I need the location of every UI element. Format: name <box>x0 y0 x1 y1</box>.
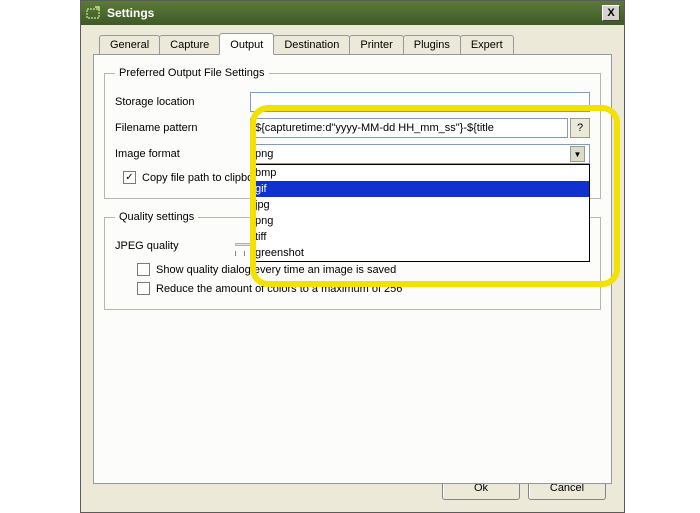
format-option-gif[interactable]: gif <box>251 181 589 197</box>
fieldset-quality-legend: Quality settings <box>115 211 198 223</box>
jpeg-quality-label: JPEG quality <box>115 240 235 252</box>
storage-location-input[interactable] <box>250 92 590 112</box>
image-format-select[interactable]: png ▼ bmp gif jpg png tiff greenshot <box>250 144 590 164</box>
clipboard-checkbox[interactable]: ✓ <box>123 171 136 184</box>
fieldset-output-legend: Preferred Output File Settings <box>115 67 269 79</box>
fieldset-output-settings: Preferred Output File Settings Storage l… <box>104 67 601 199</box>
filename-pattern-input[interactable] <box>250 118 568 138</box>
reduce-colors-label: Reduce the amount of colors to a maximum… <box>156 283 402 295</box>
format-option-jpg[interactable]: jpg <box>251 197 589 213</box>
app-icon <box>85 5 101 21</box>
tab-printer[interactable]: Printer <box>349 35 403 54</box>
tab-capture[interactable]: Capture <box>159 35 220 54</box>
tab-strip: General Capture Output Destination Print… <box>99 33 612 54</box>
format-option-bmp[interactable]: bmp <box>251 165 589 181</box>
window-content: General Capture Output Destination Print… <box>81 25 624 494</box>
storage-location-label: Storage location <box>115 96 250 108</box>
settings-window: Settings X General Capture Output Destin… <box>80 0 625 513</box>
window-title: Settings <box>107 6 154 20</box>
tab-expert[interactable]: Expert <box>460 35 514 54</box>
reduce-colors-checkbox[interactable] <box>137 282 150 295</box>
tab-panel-output: Preferred Output File Settings Storage l… <box>93 54 612 484</box>
close-button[interactable]: X <box>602 5 620 21</box>
titlebar: Settings X <box>81 1 624 25</box>
image-format-value: png <box>255 148 273 160</box>
format-option-tiff[interactable]: tiff <box>251 229 589 245</box>
format-option-png[interactable]: png <box>251 213 589 229</box>
show-dialog-checkbox[interactable] <box>137 263 150 276</box>
chevron-down-icon[interactable]: ▼ <box>570 146 585 162</box>
image-format-dropdown: bmp gif jpg png tiff greenshot <box>250 164 590 262</box>
format-option-greenshot[interactable]: greenshot <box>251 245 589 261</box>
tab-plugins[interactable]: Plugins <box>403 35 461 54</box>
filename-pattern-label: Filename pattern <box>115 122 250 134</box>
show-dialog-label: Show quality dialog every time an image … <box>156 264 396 276</box>
filename-help-button[interactable]: ? <box>570 118 590 138</box>
tab-destination[interactable]: Destination <box>273 35 350 54</box>
tab-general[interactable]: General <box>99 35 160 54</box>
image-format-label: Image format <box>115 148 250 160</box>
tab-output[interactable]: Output <box>219 33 274 55</box>
